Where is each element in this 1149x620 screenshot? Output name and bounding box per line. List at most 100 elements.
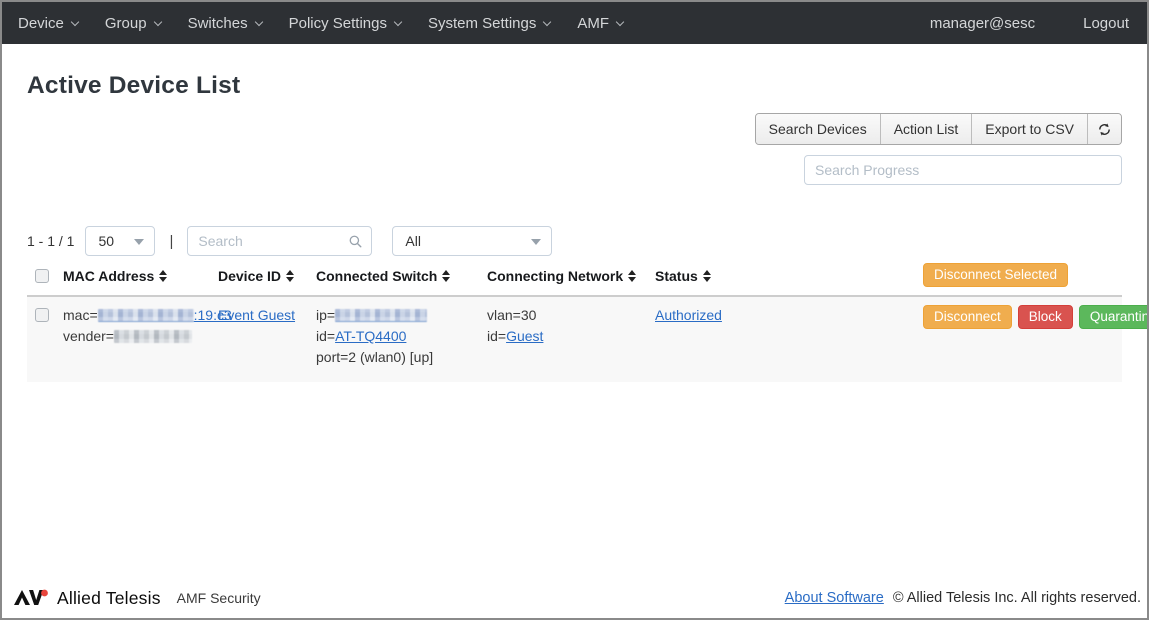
- brand-name: Allied Telesis: [57, 588, 161, 609]
- redacted-mac: [98, 309, 194, 322]
- quarantine-button[interactable]: Quarantine: [1079, 305, 1149, 329]
- action-list-button[interactable]: Action List: [880, 114, 972, 144]
- switch-ip-link[interactable]: [335, 307, 427, 323]
- header-label: Connecting Network: [487, 268, 623, 284]
- redacted-ip: [335, 309, 427, 322]
- nav-item-policy-settings[interactable]: Policy Settings: [289, 15, 401, 32]
- header-label: Status: [655, 268, 698, 284]
- page-size-value: 50: [98, 233, 114, 249]
- pagination-range: 1 - 1 / 1: [27, 233, 74, 249]
- vender-label: vender=: [63, 328, 114, 344]
- refresh-icon: [1097, 122, 1112, 137]
- sort-icon: [286, 270, 294, 282]
- switch-port: port=2 (wlan0) [up]: [316, 347, 487, 368]
- search-devices-button[interactable]: Search Devices: [756, 114, 880, 144]
- cell-connecting-network: vlan=30 id=Guest: [487, 305, 655, 347]
- footer-right: About Software © Allied Telesis Inc. All…: [785, 590, 1141, 606]
- header-label: Connected Switch: [316, 268, 437, 284]
- nav-item-label: AMF: [577, 15, 609, 32]
- nav-item-label: Device: [18, 15, 64, 32]
- header-label: MAC Address: [63, 268, 154, 284]
- chevron-down-icon: [153, 17, 161, 25]
- caret-down-icon: [531, 239, 541, 245]
- search-progress-row: [27, 155, 1122, 185]
- caret-down-icon: [134, 239, 144, 245]
- chevron-down-icon: [543, 17, 551, 25]
- network-id-link[interactable]: Guest: [506, 328, 543, 344]
- search-progress-input[interactable]: [804, 155, 1122, 185]
- ip-label: ip=: [316, 307, 335, 323]
- table-header-row: MAC Address Device ID Connected Switch C…: [27, 261, 1122, 297]
- redacted-vender: [114, 330, 192, 343]
- header-mac-address[interactable]: MAC Address: [63, 268, 218, 284]
- toolbar-button-group: Search Devices Action List Export to CSV: [755, 113, 1122, 145]
- main-content: Active Device List Search Devices Action…: [2, 44, 1147, 586]
- top-navbar: Device Group Switches Policy Settings Sy…: [2, 2, 1147, 44]
- sort-icon: [159, 270, 167, 282]
- header-label: Device ID: [218, 268, 281, 284]
- disconnect-button[interactable]: Disconnect: [923, 305, 1012, 329]
- nav-item-device[interactable]: Device: [18, 15, 78, 32]
- nav-item-label: Switches: [188, 15, 248, 32]
- sort-icon: [442, 270, 450, 282]
- sort-icon: [628, 270, 636, 282]
- cell-connected-switch: ip= id=AT-TQ4400 port=2 (wlan0) [up]: [316, 305, 487, 368]
- footer: Allied Telesis AMF Security About Softwa…: [2, 586, 1147, 618]
- cell-device-id: Event Guest: [218, 305, 316, 326]
- disconnect-selected-button[interactable]: Disconnect Selected: [923, 263, 1068, 287]
- nav-item-label: Policy Settings: [289, 15, 387, 32]
- nav-item-label: Group: [105, 15, 147, 32]
- header-connected-switch[interactable]: Connected Switch: [316, 268, 487, 284]
- chevron-down-icon: [254, 17, 262, 25]
- toolbar-row: Search Devices Action List Export to CSV: [27, 113, 1122, 145]
- allied-telesis-logo-icon: [14, 588, 50, 608]
- table-search-input[interactable]: [187, 226, 372, 256]
- filter-value: All: [405, 233, 421, 249]
- mac-address-link[interactable]: :19:c3: [98, 307, 232, 323]
- page-title: Active Device List: [27, 72, 1122, 100]
- list-controls: 1 - 1 / 1 50 | All: [27, 226, 1122, 256]
- mac-label: mac=: [63, 307, 98, 323]
- cell-status: Authorized: [655, 305, 923, 326]
- device-id-link[interactable]: Event Guest: [218, 307, 295, 323]
- status-link[interactable]: Authorized: [655, 307, 722, 323]
- nav-right: manager@sesc Logout: [930, 15, 1131, 32]
- header-device-id[interactable]: Device ID: [218, 268, 316, 284]
- nav-item-group[interactable]: Group: [105, 15, 161, 32]
- sort-icon: [703, 270, 711, 282]
- table-search: [187, 226, 372, 256]
- table-row: mac=:19:c3 vender= Event Guest ip= id=AT…: [27, 297, 1122, 382]
- nav-item-system-settings[interactable]: System Settings: [428, 15, 550, 32]
- cell-actions: Disconnect Block Quarantine: [923, 305, 1149, 329]
- switch-id-label: id=: [316, 328, 335, 344]
- separator: |: [169, 233, 173, 250]
- export-csv-button[interactable]: Export to CSV: [971, 114, 1087, 144]
- nav-item-amf[interactable]: AMF: [577, 15, 623, 32]
- chevron-down-icon: [394, 17, 402, 25]
- select-all-checkbox[interactable]: [35, 269, 49, 283]
- filter-select[interactable]: All: [392, 226, 552, 256]
- chevron-down-icon: [616, 17, 624, 25]
- network-vlan: vlan=30: [487, 305, 655, 326]
- nav-menu: Device Group Switches Policy Settings Sy…: [18, 15, 623, 32]
- about-software-link[interactable]: About Software: [785, 590, 884, 606]
- network-id-label: id=: [487, 328, 506, 344]
- nav-item-label: System Settings: [428, 15, 536, 32]
- cell-mac-address: mac=:19:c3 vender=: [63, 305, 218, 347]
- brand: Allied Telesis AMF Security: [14, 588, 261, 609]
- refresh-button[interactable]: [1087, 114, 1121, 144]
- block-button[interactable]: Block: [1018, 305, 1073, 329]
- switch-id-link[interactable]: AT-TQ4400: [335, 328, 406, 344]
- header-status[interactable]: Status: [655, 268, 923, 284]
- product-name: AMF Security: [177, 590, 261, 606]
- copyright-text: © Allied Telesis Inc. All rights reserve…: [893, 590, 1141, 606]
- search-icon: [348, 234, 363, 249]
- chevron-down-icon: [71, 17, 79, 25]
- logout-link[interactable]: Logout: [1083, 15, 1129, 32]
- page-size-select[interactable]: 50: [85, 226, 155, 256]
- row-checkbox[interactable]: [35, 308, 49, 322]
- nav-item-switches[interactable]: Switches: [188, 15, 262, 32]
- logged-in-user: manager@sesc: [930, 15, 1035, 32]
- app-window: Device Group Switches Policy Settings Sy…: [0, 0, 1149, 620]
- header-connecting-network[interactable]: Connecting Network: [487, 268, 655, 284]
